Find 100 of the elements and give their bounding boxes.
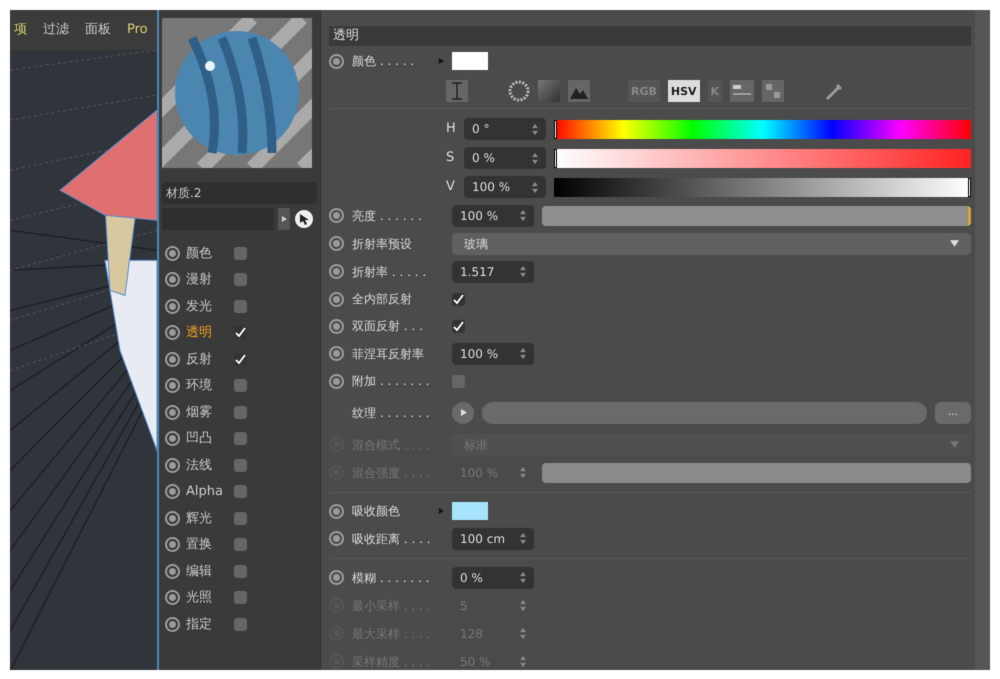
down-arrow-icon[interactable] [532,130,538,136]
gradient-slider[interactable] [554,148,971,168]
checkbox[interactable] [234,406,247,419]
checkbox[interactable] [234,379,247,392]
menu-item[interactable]: 面板 [85,20,111,40]
radio-icon[interactable] [329,504,344,518]
radio-icon[interactable] [165,246,180,261]
texture-field[interactable] [482,402,927,424]
checkbox[interactable] [234,458,247,472]
down-arrow-icon[interactable] [520,539,526,545]
channel-item[interactable]: 辉光 [186,508,228,528]
channel-item[interactable]: 编辑 [186,562,228,581]
up-arrow-icon[interactable] [532,152,538,158]
radio-icon[interactable] [329,236,344,251]
image-icon[interactable] [568,80,590,102]
channel-item[interactable]: 烟雾 [186,402,228,422]
radio-icon[interactable] [329,292,344,306]
material-name-field[interactable]: 材质.2 [162,182,317,204]
radio-icon[interactable] [165,272,180,288]
slider[interactable] [542,206,971,226]
checkbox[interactable] [234,432,247,446]
radio-icon[interactable] [165,378,180,394]
number-field[interactable]: 0 % [464,147,546,169]
radio-icon[interactable] [165,404,180,420]
checkbox[interactable] [452,292,465,306]
radio-icon[interactable] [165,352,180,367]
caret-icon[interactable] [950,239,959,248]
down-arrow-icon[interactable] [532,158,538,164]
pointer-icon[interactable] [294,209,314,229]
checkbox[interactable] [452,320,465,332]
down-arrow-icon[interactable] [532,188,538,194]
radio-icon[interactable] [329,374,344,388]
dropdown[interactable]: 玻璃 [452,232,971,254]
checkbox[interactable] [234,273,247,286]
channel-item[interactable]: 发光 [186,296,228,316]
radio-icon[interactable] [329,346,344,361]
channel-item[interactable]: 法线 [186,456,228,475]
number-field[interactable]: 0 ° [464,118,546,140]
radio-icon[interactable] [329,208,344,223]
checkbox[interactable] [234,485,247,498]
down-arrow-icon[interactable] [520,354,526,360]
menu-item[interactable]: 过滤 [43,20,69,40]
slider-thumb[interactable] [554,120,557,138]
down-arrow-icon[interactable] [520,216,526,222]
color-mode-button[interactable]: HSV [668,80,700,102]
down-arrow-icon[interactable] [520,578,526,584]
radio-icon[interactable] [165,458,180,473]
radio-icon[interactable] [329,570,344,585]
menu-item[interactable]: Pro [127,20,148,40]
radio-icon[interactable] [165,484,180,500]
checkbox[interactable] [234,352,247,366]
checkbox[interactable] [234,538,247,552]
browse-button[interactable]: ... [935,402,971,424]
channel-item[interactable]: 颜色 [186,244,228,263]
channel-item[interactable]: 凹凸 [186,429,228,448]
gradient-slider[interactable] [554,120,971,138]
channel-item[interactable]: 指定 [186,614,228,634]
channel-item[interactable]: 反射 [186,350,228,369]
radio-icon[interactable] [329,264,344,279]
radio-icon[interactable] [165,325,180,340]
swatches-icon[interactable] [762,80,784,102]
caret-icon[interactable] [438,508,444,514]
color-mixer-icon[interactable] [730,80,754,102]
spacing-icon[interactable] [446,80,468,102]
number-field[interactable]: 0 % [452,566,534,588]
radio-icon[interactable] [329,54,344,68]
up-arrow-icon[interactable] [520,209,526,215]
up-arrow-icon[interactable] [532,122,538,128]
slider-thumb[interactable] [968,178,971,196]
checkbox[interactable] [234,300,247,313]
down-arrow-icon[interactable] [520,272,526,278]
checkbox[interactable] [234,591,247,604]
checkbox[interactable] [234,246,247,260]
color-wheel-icon[interactable] [508,80,530,102]
spectrum-icon[interactable] [538,80,560,102]
checkbox[interactable] [234,512,247,525]
up-arrow-icon[interactable] [520,532,526,538]
checkbox[interactable] [234,564,247,578]
number-field[interactable]: 100 cm [452,528,534,550]
menu-item[interactable]: 项 [14,20,27,40]
checkbox[interactable] [452,374,465,388]
channel-item[interactable]: 光照 [186,588,228,608]
up-arrow-icon[interactable] [520,265,526,271]
channel-item[interactable]: Alpha [186,482,228,502]
play-button[interactable] [452,402,474,424]
radio-icon[interactable] [329,318,344,334]
channel-item[interactable]: 环境 [186,376,228,396]
number-field[interactable]: 1.517 [452,260,534,282]
number-field[interactable]: 100 % [464,176,546,198]
radio-icon[interactable] [165,431,180,446]
arrow-button[interactable] [278,208,290,230]
radio-icon[interactable] [165,616,180,632]
radio-icon[interactable] [165,298,180,314]
checkbox[interactable] [234,326,247,340]
radio-icon[interactable] [165,564,180,579]
channel-item[interactable]: 透明 [186,323,228,342]
radio-icon[interactable] [165,590,180,606]
color-swatch[interactable] [452,502,488,520]
checkbox[interactable] [234,618,247,631]
up-arrow-icon[interactable] [520,347,526,353]
